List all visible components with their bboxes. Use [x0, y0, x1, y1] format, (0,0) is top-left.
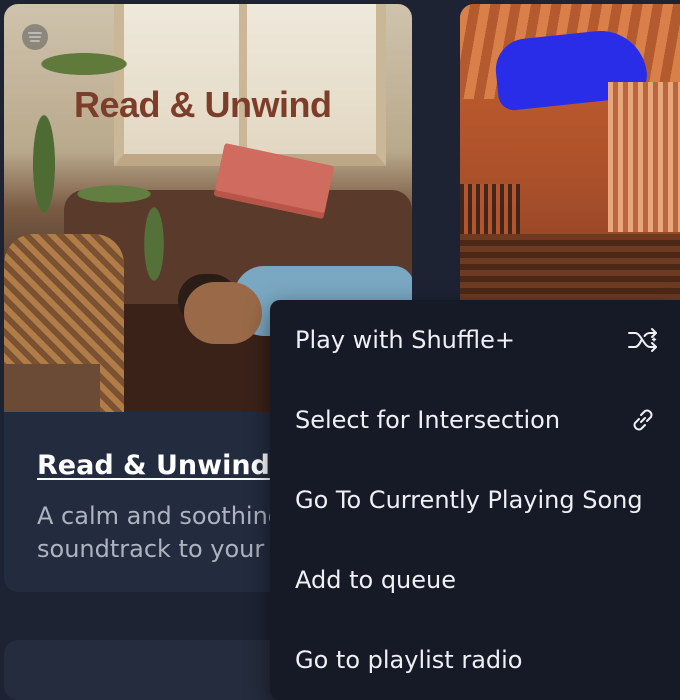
menu-item-go-to-playing-song[interactable]: Go To Currently Playing Song	[270, 460, 680, 540]
menu-item-playlist-radio[interactable]: Go to playlist radio	[270, 620, 680, 700]
menu-item-label: Play with Shuffle+	[295, 326, 515, 354]
menu-item-select-intersection[interactable]: Select for Intersection	[270, 380, 680, 460]
menu-item-play-shuffle-plus[interactable]: Play with Shuffle+	[270, 300, 680, 380]
menu-item-label: Go To Currently Playing Song	[295, 486, 643, 514]
shuffle-icon	[626, 323, 660, 357]
cover-table	[4, 364, 100, 412]
cover-person-head	[184, 282, 262, 344]
menu-item-label: Add to queue	[295, 566, 457, 594]
menu-item-add-to-queue[interactable]: Add to queue	[270, 540, 680, 620]
cover-plant	[4, 24, 174, 304]
context-menu: Play with Shuffle+ Select for Intersecti…	[270, 300, 680, 700]
link-icon	[626, 403, 660, 437]
playlist-title-link[interactable]: Read & Unwind	[37, 450, 270, 481]
menu-item-label: Go to playlist radio	[295, 646, 523, 674]
spotify-logo-icon	[22, 24, 48, 50]
cover-title-text: Read & Unwind	[74, 84, 332, 125]
menu-item-label: Select for Intersection	[295, 406, 561, 434]
cover-organ-pipes	[608, 82, 680, 232]
